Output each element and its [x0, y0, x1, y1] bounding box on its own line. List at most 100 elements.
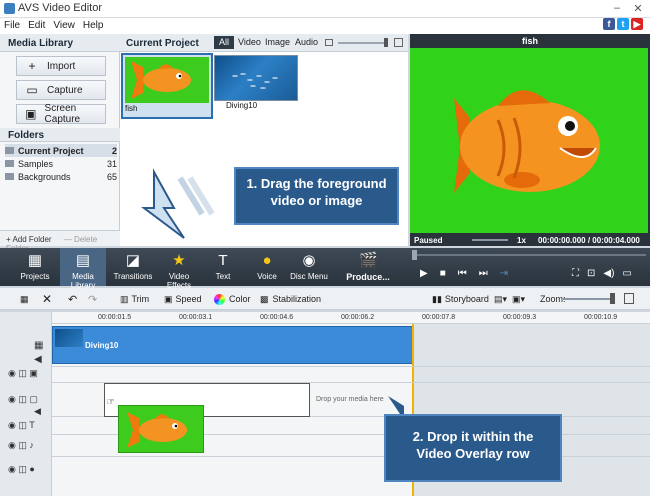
redo-icon[interactable]: ↷: [88, 291, 97, 307]
preview-video: [410, 48, 648, 233]
menu-edit[interactable]: Edit: [24, 18, 49, 33]
tab-all[interactable]: All: [214, 36, 235, 49]
folder-icon: [5, 147, 14, 154]
seek-handle[interactable]: [412, 250, 417, 260]
next-frame-icon[interactable]: ⏭: [479, 268, 488, 280]
speed-slider[interactable]: [472, 239, 508, 241]
preview-title: fish: [521, 36, 538, 46]
menu-view[interactable]: View: [49, 18, 79, 33]
text-icon: T: [218, 252, 228, 269]
text-track-icons[interactable]: ◉ ◫ T: [8, 420, 35, 431]
overlay-audio-icon: ◀: [34, 406, 41, 416]
large-thumbs-icon[interactable]: [394, 38, 403, 47]
media-item-diving10[interactable]: Diving10: [214, 55, 300, 117]
stabilization-icon: ▩: [260, 293, 269, 304]
folder-icon: [5, 160, 14, 167]
prev-frame-icon[interactable]: ⏮: [458, 268, 467, 280]
voice-track-icons[interactable]: ◉ ◫ ●: [8, 464, 35, 475]
media-library-header: Media Library: [0, 34, 120, 52]
trim-icon: ▥: [120, 293, 129, 304]
trim-button[interactable]: ▥ Trim: [120, 291, 149, 307]
zoom-fit-icon[interactable]: [624, 293, 634, 304]
overlay-track-icons[interactable]: ◉ ◫ ▢: [8, 394, 38, 405]
close-button[interactable]: ✕: [630, 2, 646, 16]
transitions-button[interactable]: ◪ Transitions: [110, 248, 156, 286]
ruler-tick: 00:00:10.9: [584, 314, 618, 321]
ruler-tick: 00:00:01.5: [98, 314, 132, 321]
star-icon: ★: [172, 252, 186, 269]
app-icon: [4, 3, 15, 14]
preview-tools: ⛶ ⊡ ◀) ▭: [572, 268, 646, 280]
detach-icon[interactable]: ▭: [622, 268, 631, 280]
seek-bar[interactable]: [414, 254, 646, 256]
drag-arrow-graphic: [140, 168, 220, 240]
diving-thumbnail: [214, 55, 298, 101]
media-item-label: fish: [125, 104, 138, 113]
folder-samples[interactable]: Samples 31: [5, 157, 117, 170]
folder-backgrounds[interactable]: Backgrounds 65: [5, 170, 117, 183]
tab-audio[interactable]: Audio: [290, 36, 323, 49]
window-title: AVS Video Editor: [18, 2, 102, 14]
volume-icon[interactable]: ◀): [603, 268, 614, 280]
capture-button[interactable]: ▭ Capture: [16, 80, 106, 100]
small-thumbs-icon[interactable]: [325, 39, 333, 46]
effects-track-icons[interactable]: ◉ ◫ ▣: [8, 368, 38, 379]
clip-thumbnail: [55, 329, 83, 347]
stabilization-button[interactable]: ▩ Stabilization: [260, 291, 321, 307]
title-bar: AVS Video Editor – ✕: [0, 0, 650, 18]
twitter-icon[interactable]: t: [617, 18, 629, 30]
callout-drag: 1. Drag the foreground video or image: [234, 167, 399, 225]
clapper-icon: 🎬: [359, 252, 378, 269]
camera-icon: ▭: [26, 83, 38, 97]
video-effects-button[interactable]: ★ Video Effects: [156, 248, 202, 290]
import-button[interactable]: + Import: [16, 56, 106, 76]
skip-icon[interactable]: ⇥: [500, 268, 508, 280]
undo-icon[interactable]: ↶: [68, 291, 77, 307]
media-item-fish[interactable]: fish: [121, 53, 213, 119]
menu-file[interactable]: File: [0, 18, 24, 33]
folder-actions: + Add Folder — Delete Folder: [0, 230, 120, 253]
main-video-clip[interactable]: Diving10: [52, 326, 414, 364]
timeline-ruler: 00:00:01.5 00:00:03.1 00:00:04.6 00:00:0…: [52, 312, 650, 324]
media-library-button[interactable]: ▤ Media Library: [60, 248, 106, 290]
time-readout: 00:00:00.000 / 00:00:04.000: [538, 236, 640, 245]
ruler-tick: 00:00:04.6: [260, 314, 294, 321]
music-track-icons[interactable]: ◉ ◫ ♪: [8, 440, 34, 451]
menu-bar: File Edit View Help: [0, 18, 650, 34]
fullscreen-icon[interactable]: ⛶: [572, 268, 579, 280]
snap-dropdown[interactable]: ▤▾: [494, 291, 507, 307]
stop-icon[interactable]: ■: [440, 268, 446, 280]
plus-icon: +: [28, 59, 36, 73]
snapshot-icon[interactable]: ⊡: [587, 268, 595, 280]
storyboard-toggle[interactable]: ▮▮ Storyboard: [432, 291, 489, 307]
monitor-dropdown[interactable]: ▣▾: [512, 291, 525, 307]
folder-icon: [5, 173, 14, 180]
add-folder-button[interactable]: + Add Folder: [6, 235, 52, 244]
thumb-size-slider[interactable]: [338, 42, 388, 44]
screen-capture-button[interactable]: ▣ Screen Capture: [16, 103, 106, 125]
delete-icon[interactable]: ✕: [42, 291, 52, 307]
color-wheel-icon: [214, 293, 225, 305]
monitor-icon: ▣: [25, 107, 37, 121]
play-icon[interactable]: ▶: [420, 268, 428, 280]
speed-value: 1x: [517, 236, 526, 245]
speed-button[interactable]: ▣ Speed: [164, 291, 202, 307]
text-button[interactable]: T Text: [200, 248, 246, 286]
zoom-handle[interactable]: [610, 293, 615, 304]
minimize-button[interactable]: –: [610, 2, 624, 16]
storyboard-icon[interactable]: ▦: [20, 291, 29, 307]
thumb-size-handle[interactable]: [384, 38, 388, 47]
color-button[interactable]: Color: [214, 291, 251, 307]
folder-current-project[interactable]: Current Project 2: [5, 144, 117, 157]
disc-menu-button[interactable]: ◉ Disc Menu: [286, 248, 332, 286]
voice-button[interactable]: ● Voice: [244, 248, 290, 286]
produce-button[interactable]: 🎬 Produce...: [342, 248, 394, 286]
disc-icon: ◉: [302, 252, 316, 269]
facebook-icon[interactable]: f: [603, 18, 615, 30]
folders-header: Folders: [0, 128, 120, 142]
mic-icon: ●: [262, 252, 272, 269]
projects-button[interactable]: ▦ Projects: [12, 248, 58, 286]
menu-help[interactable]: Help: [79, 18, 108, 33]
zoom-slider[interactable]: [563, 298, 615, 300]
youtube-icon[interactable]: ▶: [631, 18, 643, 30]
